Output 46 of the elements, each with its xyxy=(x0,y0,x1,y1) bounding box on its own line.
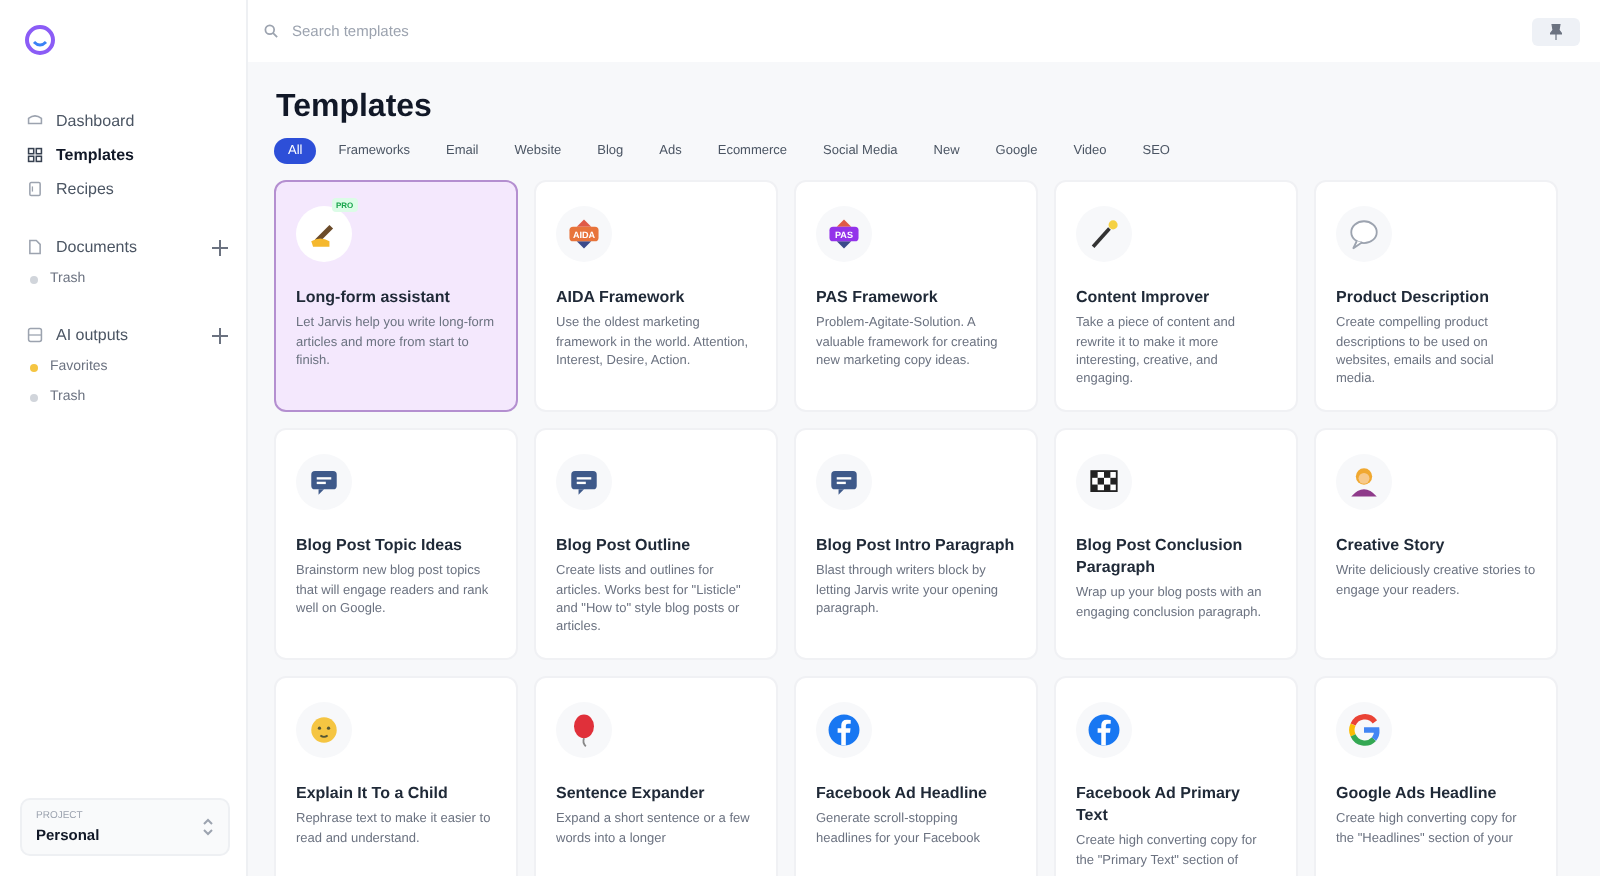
card-title: Blog Post Intro Paragraph xyxy=(816,534,1016,557)
sidebar-item[interactable]: Dashboard xyxy=(20,104,230,138)
pin-button[interactable] xyxy=(1532,17,1580,45)
add-icon[interactable] xyxy=(210,237,230,257)
pin-icon xyxy=(1550,23,1562,39)
card-title: Creative Story xyxy=(1336,534,1447,557)
search-icon xyxy=(264,24,278,38)
grid-icon xyxy=(26,146,44,164)
card-title: Google Ads Headline xyxy=(1336,782,1499,805)
card-title: Blog Post Topic Ideas xyxy=(296,534,464,557)
sidebar-item[interactable]: Recipes xyxy=(20,172,230,206)
card-title: Facebook Ad Primary Text xyxy=(1076,782,1242,827)
writing-hand-icon xyxy=(311,224,334,247)
card-title: Explain It To a Child xyxy=(296,782,450,805)
book-icon xyxy=(26,180,44,198)
card-title: Blog Post Conclusion Paragraph xyxy=(1076,534,1245,579)
sidebar-section[interactable]: Documents xyxy=(20,230,143,264)
chat-icon xyxy=(831,471,857,495)
logo-icon[interactable] xyxy=(24,24,56,56)
card-title: Facebook Ad Headline xyxy=(816,782,989,805)
tray-icon xyxy=(26,326,44,344)
chat-icon xyxy=(311,471,337,495)
sidebar-section[interactable]: AI outputs xyxy=(20,318,135,352)
add-icon[interactable] xyxy=(210,325,230,345)
baby-face-icon xyxy=(311,717,337,743)
chat-icon xyxy=(571,471,597,495)
card-title: Sentence Expander xyxy=(556,782,707,805)
home-icon xyxy=(26,112,44,130)
card-title: Content Improver xyxy=(1076,286,1212,309)
facebook-logo-icon xyxy=(828,714,860,746)
page-title: Templates xyxy=(276,90,434,126)
google-logo-icon xyxy=(1349,714,1380,746)
checkered-flag-icon xyxy=(1090,470,1118,492)
chevron-updown-icon xyxy=(202,818,214,836)
card-title: Product Description xyxy=(1336,286,1491,309)
document-icon xyxy=(26,238,44,256)
person-icon xyxy=(1351,468,1377,497)
card-title: Long-form assistant xyxy=(296,286,452,309)
sidebar-item[interactable]: Templates xyxy=(20,138,230,172)
speech-bubble-icon xyxy=(1350,220,1378,250)
balloon-icon xyxy=(574,714,594,748)
magic-wand-icon xyxy=(1091,220,1118,248)
card-title: Blog Post Outline xyxy=(556,534,693,557)
facebook-logo-icon xyxy=(1088,714,1120,746)
card-title: PAS Framework xyxy=(816,286,940,309)
card-title: AIDA Framework xyxy=(556,286,687,309)
